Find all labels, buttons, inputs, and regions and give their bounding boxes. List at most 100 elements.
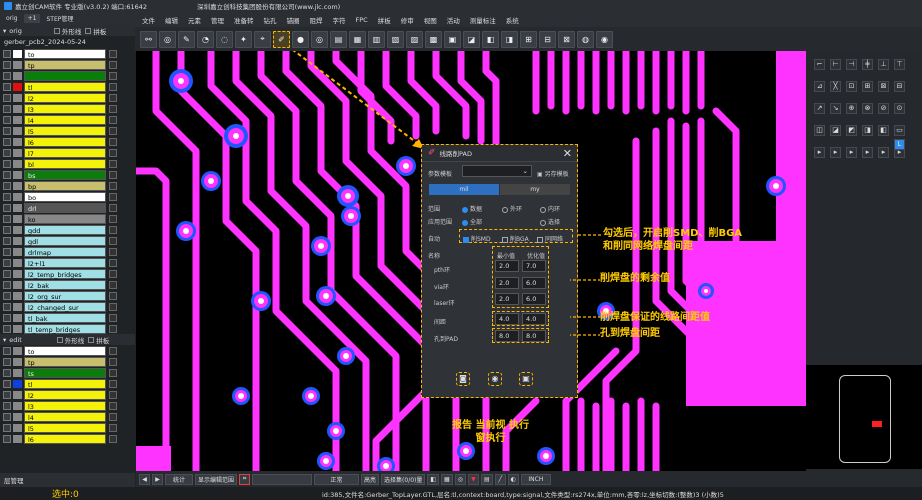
right-tool-icon[interactable]: ↘ — [830, 103, 841, 114]
hole-min-input[interactable]: 8.0 — [495, 330, 519, 342]
tool-icon[interactable]: ▦ — [441, 473, 453, 485]
show-range-button[interactable]: 显示编辑范围 — [195, 473, 238, 485]
layer-option-icon[interactable] — [109, 159, 117, 168]
tool-icon[interactable]: ▤ — [330, 30, 347, 48]
layer-name[interactable]: l3 — [24, 400, 106, 411]
layer-option-icon[interactable] — [109, 126, 117, 135]
right-tool-icon[interactable]: ↗ — [814, 103, 825, 114]
prev-button[interactable]: ◀ — [139, 473, 150, 485]
layer-visibility-checkbox[interactable] — [3, 115, 11, 124]
layer-color-swatch[interactable] — [13, 379, 22, 388]
target-icon[interactable]: ⌗ — [239, 473, 251, 485]
layer-manager-button[interactable]: 层管理 — [0, 473, 135, 487]
layer-name[interactable]: l2_temp_bridges — [24, 268, 106, 279]
layer-color-swatch[interactable] — [13, 247, 22, 256]
right-tool-icon[interactable]: ⊿ — [814, 81, 825, 92]
layer-row[interactable]: bp — [3, 180, 135, 191]
same-net-checkbox[interactable]: 同网络 — [537, 234, 563, 243]
unit-mil-button[interactable]: mil — [429, 184, 499, 195]
outline-checkbox[interactable] — [56, 336, 63, 343]
tool-icon[interactable]: ⌖ — [254, 30, 271, 48]
layer-color-swatch[interactable] — [13, 203, 22, 212]
tool-icon[interactable]: ▤ — [480, 473, 493, 485]
layer-color-swatch[interactable] — [13, 93, 22, 102]
layer-option-icon[interactable] — [109, 49, 117, 58]
hole-opt-input[interactable]: 8.0 — [522, 330, 546, 342]
layer-option-icon[interactable] — [109, 324, 117, 333]
right-tool-icon[interactable]: ◪ — [830, 125, 841, 136]
layer-name[interactable]: l2 — [24, 92, 106, 103]
layer-name[interactable]: tl — [24, 378, 106, 389]
menu-ring[interactable]: 锚圈 — [282, 15, 305, 25]
layer-color-swatch[interactable] — [13, 313, 22, 322]
layer-visibility-checkbox[interactable] — [3, 291, 11, 300]
layer-visibility-checkbox[interactable] — [3, 159, 11, 168]
tab-plus1[interactable]: +1 — [23, 14, 41, 23]
layer-row[interactable]: tp — [3, 59, 135, 70]
view-execute-icon[interactable]: ◉ — [488, 372, 502, 386]
layer-color-swatch[interactable] — [13, 434, 22, 443]
layer-row[interactable]: bl — [3, 158, 135, 169]
layer-name[interactable]: tl_bak — [24, 312, 106, 323]
layer-option-icon[interactable] — [109, 214, 117, 223]
minimap[interactable] — [806, 365, 922, 469]
layer-row[interactable]: l2+l1 — [3, 257, 135, 268]
layer-row[interactable]: ts — [3, 367, 135, 378]
layer-color-swatch[interactable] — [13, 291, 22, 300]
cut-bga-checkbox[interactable]: 削BGA — [502, 234, 529, 243]
right-tool-icon[interactable]: ⊘ — [878, 103, 889, 114]
layer-row[interactable]: l2_bak — [3, 279, 135, 290]
layer-visibility-checkbox[interactable] — [3, 93, 11, 102]
layer-visibility-checkbox[interactable] — [3, 423, 11, 432]
menu-element[interactable]: 元素 — [183, 15, 206, 25]
layer-color-swatch[interactable] — [13, 368, 22, 377]
layer-color-swatch[interactable] — [13, 280, 22, 289]
right-tool-icon[interactable]: ▭ — [894, 125, 905, 136]
tool-icon[interactable]: ▥ — [368, 30, 385, 48]
layer-visibility-checkbox[interactable] — [3, 126, 11, 135]
layer-visibility-checkbox[interactable] — [3, 280, 11, 289]
right-tool-icon[interactable]: ⊢ — [830, 59, 841, 70]
right-tool-icon[interactable]: ◧ — [878, 125, 889, 136]
layer-visibility-checkbox[interactable] — [3, 379, 11, 388]
layer-visibility-checkbox[interactable] — [3, 324, 11, 333]
pth-opt-input[interactable]: 7.0 — [522, 260, 546, 272]
layer-name[interactable]: gdd — [24, 224, 106, 235]
layer-color-swatch[interactable] — [13, 324, 22, 333]
layer-option-icon[interactable] — [109, 181, 117, 190]
layer-visibility-checkbox[interactable] — [3, 104, 11, 113]
layer-row[interactable]: l4 — [3, 114, 135, 125]
layer-option-icon[interactable] — [109, 313, 117, 322]
layer-row[interactable]: l4 — [3, 411, 135, 422]
right-tool-icon[interactable]: ▸ — [846, 147, 857, 158]
layer-visibility-checkbox[interactable] — [3, 60, 11, 69]
layer-row[interactable]: gdl — [3, 235, 135, 246]
layer-option-icon[interactable] — [109, 269, 117, 278]
layer-option-icon[interactable] — [109, 401, 117, 410]
layer-name[interactable]: bl — [24, 158, 106, 169]
layer-option-icon[interactable] — [109, 203, 117, 212]
layer-name[interactable]: l5 — [24, 422, 106, 433]
save-template-button[interactable]: ▣ 另存模板 — [537, 169, 569, 178]
layer-color-swatch[interactable] — [13, 115, 22, 124]
layer-row[interactable]: l2_org_sur — [3, 290, 135, 301]
tool-icon[interactable]: ● — [292, 30, 309, 48]
panel-checkbox[interactable] — [85, 27, 92, 34]
layer-name[interactable]: l2 — [24, 389, 106, 400]
layer-visibility-checkbox[interactable] — [3, 203, 11, 212]
right-tool-icon[interactable]: ⊠ — [878, 81, 889, 92]
pth-min-input[interactable]: 2.0 — [495, 260, 519, 272]
mode-select[interactable]: 统计 — [165, 473, 193, 485]
layer-row[interactable]: tl_bak — [3, 312, 135, 323]
layer-name[interactable]: bo — [24, 191, 106, 202]
layer-option-icon[interactable] — [109, 137, 117, 146]
layer-name[interactable]: tl_temp_bridges — [24, 323, 106, 334]
tool-icon[interactable]: ⊞ — [520, 30, 537, 48]
menu-file[interactable]: 文件 — [137, 15, 160, 25]
layer-name[interactable]: l4 — [24, 114, 106, 125]
layer-name[interactable]: l3 — [24, 103, 106, 114]
layer-visibility-checkbox[interactable] — [3, 214, 11, 223]
tool-icon[interactable]: ⚯ — [140, 30, 157, 48]
layer-option-icon[interactable] — [109, 434, 117, 443]
layer-color-swatch[interactable] — [13, 181, 22, 190]
